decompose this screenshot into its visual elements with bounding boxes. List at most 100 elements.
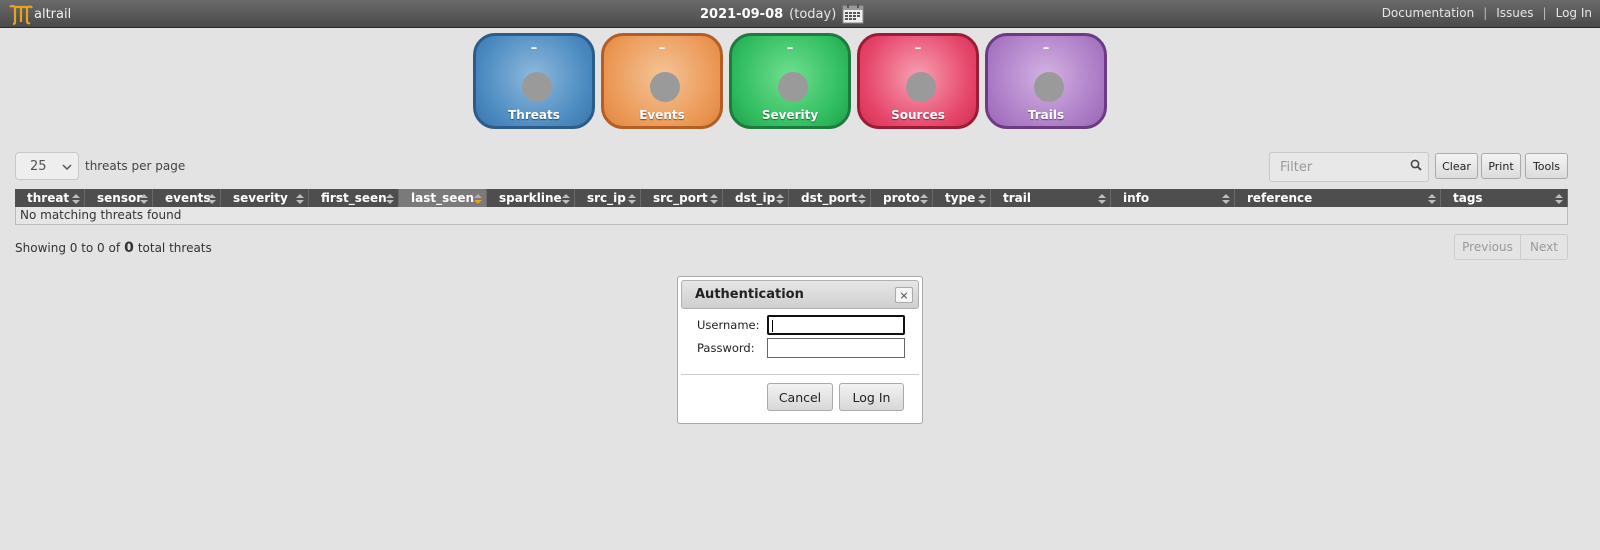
tile-value: – xyxy=(658,41,666,56)
tile-spinner xyxy=(778,72,808,102)
tile-label: Events xyxy=(639,108,685,122)
column-header-dst-ip[interactable]: dst_ip xyxy=(723,189,789,207)
dialog-divider xyxy=(681,374,919,375)
column-header-events[interactable]: events xyxy=(153,189,221,207)
filter-input[interactable]: Filter xyxy=(1269,152,1429,182)
sort-icon xyxy=(386,192,394,204)
column-label: src_ip xyxy=(587,191,626,205)
sort-icon xyxy=(628,192,636,204)
password-row: Password: xyxy=(697,338,905,358)
chevron-down-icon xyxy=(62,159,72,174)
column-header-sparkline[interactable]: sparkline xyxy=(487,189,575,207)
sort-icon xyxy=(474,192,482,204)
tile-value: – xyxy=(914,41,922,56)
column-header-severity[interactable]: severity xyxy=(221,189,309,207)
tile-trails[interactable]: – Trails xyxy=(985,33,1107,129)
text-caret xyxy=(772,320,773,332)
authentication-dialog: Authentication × Username: Password: Can… xyxy=(677,276,923,424)
logo-text: altrail xyxy=(34,6,72,22)
sort-icon xyxy=(1222,192,1230,204)
tile-events[interactable]: – Events xyxy=(601,33,723,129)
password-label: Password: xyxy=(697,341,755,355)
total-count: 0 xyxy=(124,240,134,256)
stat-tiles: – Threats – Events – Severity – Sources … xyxy=(473,33,1107,129)
column-label: tags xyxy=(1453,191,1483,205)
column-header-src-ip[interactable]: src_ip xyxy=(575,189,641,207)
sort-icon xyxy=(140,192,148,204)
date-suffix: (today) xyxy=(789,6,837,22)
column-header-type[interactable]: type xyxy=(933,189,991,207)
date-display: 2021-09-08 (today) xyxy=(700,4,864,24)
per-page-label: threats per page xyxy=(85,159,186,173)
documentation-link[interactable]: Documentation xyxy=(1382,6,1475,20)
column-header-tags[interactable]: tags xyxy=(1441,189,1568,207)
per-page-value: 25 xyxy=(30,158,47,174)
username-field[interactable] xyxy=(767,315,905,335)
close-icon: × xyxy=(899,288,909,302)
tile-threats[interactable]: – Threats xyxy=(473,33,595,129)
tile-value: – xyxy=(786,41,794,56)
column-label: severity xyxy=(233,191,288,205)
tools-button[interactable]: Tools xyxy=(1525,153,1568,179)
username-label: Username: xyxy=(697,318,760,332)
column-header-reference[interactable]: reference xyxy=(1235,189,1441,207)
dialog-titlebar: Authentication × xyxy=(681,280,919,309)
tile-severity[interactable]: – Severity xyxy=(729,33,851,129)
sort-icon xyxy=(920,192,928,204)
sort-icon xyxy=(562,192,570,204)
cancel-button[interactable]: Cancel xyxy=(767,383,833,411)
column-header-last-seen[interactable]: last_seen xyxy=(399,189,487,207)
tile-spinner xyxy=(906,72,936,102)
column-header-info[interactable]: info xyxy=(1111,189,1235,207)
tile-sources[interactable]: – Sources xyxy=(857,33,979,129)
table-header: threat sensor events severity first_seen last… xyxy=(15,189,1568,207)
close-button[interactable]: × xyxy=(895,287,913,303)
column-header-src-port[interactable]: src_port xyxy=(641,189,723,207)
sort-icon xyxy=(1428,192,1436,204)
column-header-threat[interactable]: threat xyxy=(15,189,85,207)
link-separator: | xyxy=(1542,6,1547,20)
previous-button[interactable]: Previous xyxy=(1454,234,1521,260)
column-header-first-seen[interactable]: first_seen xyxy=(309,189,399,207)
link-separator: | xyxy=(1483,6,1488,20)
tile-value: – xyxy=(1042,41,1050,56)
next-button[interactable]: Next xyxy=(1520,234,1568,260)
login-button[interactable]: Log In xyxy=(839,383,904,411)
calendar-icon[interactable] xyxy=(842,4,864,24)
tile-label: Threats xyxy=(508,108,560,122)
top-bar: altrail 2021-09-08 (today) Documentation… xyxy=(0,0,1600,28)
tile-label: Severity xyxy=(761,108,819,122)
column-label: dst_port xyxy=(801,191,857,205)
logo[interactable]: altrail xyxy=(8,2,71,26)
filter-placeholder: Filter xyxy=(1280,159,1313,175)
column-label: first_seen xyxy=(321,191,387,205)
password-field[interactable] xyxy=(767,338,905,358)
column-label: last_seen xyxy=(411,191,475,205)
column-label: sparkline xyxy=(499,191,562,205)
column-label: trail xyxy=(1003,191,1031,205)
sort-icon xyxy=(858,192,866,204)
tile-spinner xyxy=(1034,72,1064,102)
print-button[interactable]: Print xyxy=(1481,153,1521,179)
column-header-proto[interactable]: proto xyxy=(871,189,933,207)
sort-icon xyxy=(776,192,784,204)
sort-icon xyxy=(208,192,216,204)
sort-icon xyxy=(296,192,304,204)
column-label: info xyxy=(1123,191,1150,205)
column-label: src_port xyxy=(653,191,708,205)
column-header-sensor[interactable]: sensor xyxy=(85,189,153,207)
sort-icon xyxy=(72,192,80,204)
sort-icon xyxy=(978,192,986,204)
threats-table: threat sensor events severity first_seen last… xyxy=(15,189,1568,225)
tile-spinner xyxy=(522,72,552,102)
column-label: dst_ip xyxy=(735,191,776,205)
clear-button[interactable]: Clear xyxy=(1435,153,1478,179)
issues-link[interactable]: Issues xyxy=(1496,6,1533,20)
sort-icon xyxy=(1555,192,1563,204)
login-link[interactable]: Log In xyxy=(1556,6,1592,20)
tile-spinner xyxy=(650,72,680,102)
column-header-dst-port[interactable]: dst_port xyxy=(789,189,871,207)
per-page-select[interactable]: 25 xyxy=(15,152,79,180)
tile-label: Trails xyxy=(1027,108,1065,122)
column-header-trail[interactable]: trail xyxy=(991,189,1111,207)
